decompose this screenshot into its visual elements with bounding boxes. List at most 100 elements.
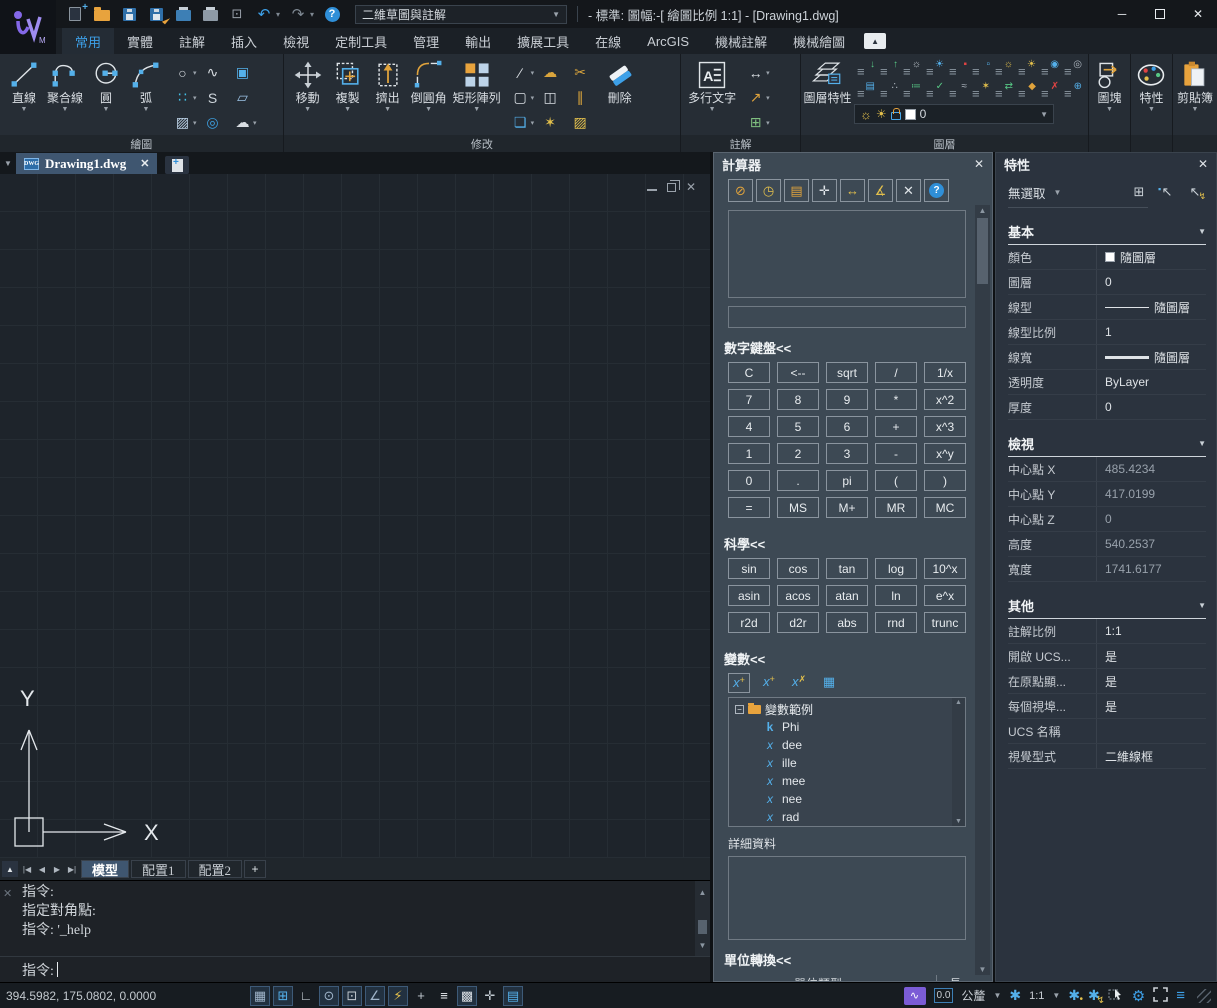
calc-sci-key[interactable]: rnd xyxy=(875,612,917,633)
variables-section-label[interactable]: 變數<< xyxy=(724,649,972,668)
properties-close-icon[interactable]: ✕ xyxy=(1198,157,1208,171)
calc-key[interactable]: 7 xyxy=(728,389,770,410)
properties-title-bar[interactable]: 特性 ✕ xyxy=(996,153,1216,175)
calc-sci-key[interactable]: 10^x xyxy=(924,558,966,579)
calc-key[interactable]: . xyxy=(777,470,819,491)
layer-tool[interactable]: ▪ xyxy=(946,58,969,80)
unit-type-column[interactable]: 單位類型 xyxy=(794,975,937,982)
calc-key[interactable]: <-- xyxy=(777,362,819,383)
close-button[interactable]: ✕ xyxy=(1179,1,1217,27)
calc-key[interactable]: sqrt xyxy=(826,362,868,383)
layer-tool[interactable]: ☀ xyxy=(1015,58,1038,80)
property-value[interactable]: 1741.6177 xyxy=(1096,557,1206,581)
mtext-button[interactable]: A 多行文字▼ xyxy=(685,58,739,115)
calc-key[interactable]: x^3 xyxy=(924,416,966,437)
selection-filter-caret-icon[interactable]: ▼ xyxy=(1054,188,1062,197)
annotate-small-tool[interactable]: ↔ xyxy=(745,60,783,85)
variable-item[interactable]: x dee xyxy=(735,736,951,754)
annotate-small-tool[interactable]: ↗ xyxy=(745,85,783,110)
property-value[interactable]: 0 xyxy=(1096,270,1206,294)
variable-tool-button[interactable]: x+ xyxy=(728,673,750,693)
undo-icon[interactable]: ↶ xyxy=(255,6,273,22)
status-toggle[interactable]: ⊞ xyxy=(273,986,293,1006)
ribbon-tab[interactable]: 定制工具 xyxy=(322,28,400,54)
calculator-tool-icon[interactable]: ↔ xyxy=(840,179,865,202)
block-button[interactable]: 圖塊▼ xyxy=(1089,58,1129,115)
property-value[interactable]: 是 xyxy=(1096,694,1206,718)
command-close-icon[interactable]: ✕ xyxy=(3,885,12,904)
status-toggle[interactable]: + xyxy=(411,986,431,1006)
status-toggle[interactable]: ∠ xyxy=(365,986,385,1006)
status-toggle[interactable]: ▦ xyxy=(250,986,270,1006)
layer-tool[interactable]: ◎ xyxy=(1061,58,1084,80)
properties-button[interactable]: 特性▼ xyxy=(1131,58,1171,115)
ribbon-tab[interactable]: 機械繪圖 xyxy=(780,28,858,54)
modify-small-tool[interactable]: ∕ xyxy=(510,60,540,85)
calc-sci-key[interactable]: e^x xyxy=(924,585,966,606)
calc-sci-key[interactable]: abs xyxy=(826,612,868,633)
document-close-icon[interactable]: ✕ xyxy=(140,157,149,170)
print-icon[interactable] xyxy=(201,6,219,22)
layer-select[interactable]: ☼ ☀ 0 ▼ xyxy=(854,104,1054,124)
calc-key[interactable]: MC xyxy=(924,497,966,518)
calc-sci-key[interactable]: atan xyxy=(826,585,868,606)
fillet-button[interactable]: 倒圓角▼ xyxy=(408,58,450,115)
modify-small-tool[interactable]: ✶ xyxy=(540,110,570,135)
ribbon-tab[interactable]: 註解 xyxy=(166,28,218,54)
variable-tool-button[interactable]: x+ xyxy=(758,673,780,693)
variable-item[interactable]: x mee xyxy=(735,772,951,790)
layer-tool[interactable]: ◆ xyxy=(1015,80,1038,102)
modify-small-tool[interactable]: ▢ xyxy=(510,85,540,110)
calc-key[interactable]: / xyxy=(875,362,917,383)
maximize-button[interactable] xyxy=(1141,1,1179,27)
property-value[interactable]: 0 xyxy=(1096,507,1206,531)
calculator-tool-icon[interactable]: ? xyxy=(924,179,949,202)
draw-small-tool[interactable]: ▨ xyxy=(172,110,202,135)
annotation-visibility-icon[interactable]: ✱• xyxy=(1068,987,1080,1004)
calc-key[interactable]: 1/x xyxy=(924,362,966,383)
modify-small-tool[interactable]: ∥ xyxy=(570,85,600,110)
modify-small-tool[interactable]: ❏ xyxy=(510,110,540,135)
property-value[interactable]: 1:1 xyxy=(1096,619,1206,643)
calc-sci-key[interactable]: log xyxy=(875,558,917,579)
calculator-tool-icon[interactable]: ▤ xyxy=(784,179,809,202)
variable-item[interactable]: x nee xyxy=(735,790,951,808)
calc-key[interactable]: MS xyxy=(777,497,819,518)
calc-key[interactable]: pi xyxy=(826,470,868,491)
copy-button[interactable]: 複製▼ xyxy=(328,58,368,115)
layout-nav-button[interactable]: |◀ xyxy=(20,861,34,877)
auto-scale-icon[interactable]: ✱↯ xyxy=(1088,987,1100,1004)
variable-item[interactable]: k Phi xyxy=(735,718,951,736)
draw-small-tool[interactable]: ▱ xyxy=(232,85,262,110)
calc-key[interactable]: = xyxy=(728,497,770,518)
modify-small-tool[interactable]: ☁ xyxy=(540,60,570,85)
layout-nav-button[interactable]: ▶| xyxy=(65,861,79,877)
layer-tool[interactable]: ∴ xyxy=(877,80,900,102)
calc-key[interactable]: * xyxy=(875,389,917,410)
layer-tool[interactable]: ⇄ xyxy=(992,80,1015,102)
draw-small-tool[interactable]: ◎ xyxy=(202,110,232,135)
calc-key[interactable]: ( xyxy=(875,470,917,491)
calc-sci-key[interactable]: tan xyxy=(826,558,868,579)
draw-small-tool[interactable]: ☁ xyxy=(232,110,262,135)
annotation-scale-icon[interactable]: ✱ xyxy=(1009,987,1021,1004)
redo-icon[interactable]: ↷ xyxy=(289,6,307,22)
calc-key[interactable]: 4 xyxy=(728,416,770,437)
draw-small-tool[interactable]: S xyxy=(202,85,232,110)
document-list-caret-icon[interactable]: ▼ xyxy=(0,159,16,174)
ribbon-tab[interactable]: 輸出 xyxy=(452,28,504,54)
calculator-tool-icon[interactable]: ⊘ xyxy=(728,179,753,202)
variables-tree[interactable]: − 變數範例 k Phi x dee x ille xyxy=(728,697,966,827)
numpad-section-label[interactable]: 數字鍵盤<< xyxy=(724,338,972,357)
rectangular-array-button[interactable]: 矩形陣列▼ xyxy=(450,58,504,115)
calc-key[interactable]: - xyxy=(875,443,917,464)
circle-button[interactable]: 圓▼ xyxy=(86,58,126,115)
calculator-close-icon[interactable]: ✕ xyxy=(974,157,984,171)
ribbon-tab[interactable]: 常用 xyxy=(62,28,114,54)
status-toggle[interactable]: ▩ xyxy=(457,986,477,1006)
units-section-label[interactable]: 單位轉換<< xyxy=(724,950,972,969)
variable-tool-button[interactable]: ▦ xyxy=(818,673,840,693)
drawing-canvas[interactable]: ✕ Y X xyxy=(0,174,710,858)
calc-sci-key[interactable]: trunc xyxy=(924,612,966,633)
command-history[interactable]: ✕ 指令:指定對角點:指令: '_help ▲▼ xyxy=(0,880,710,956)
